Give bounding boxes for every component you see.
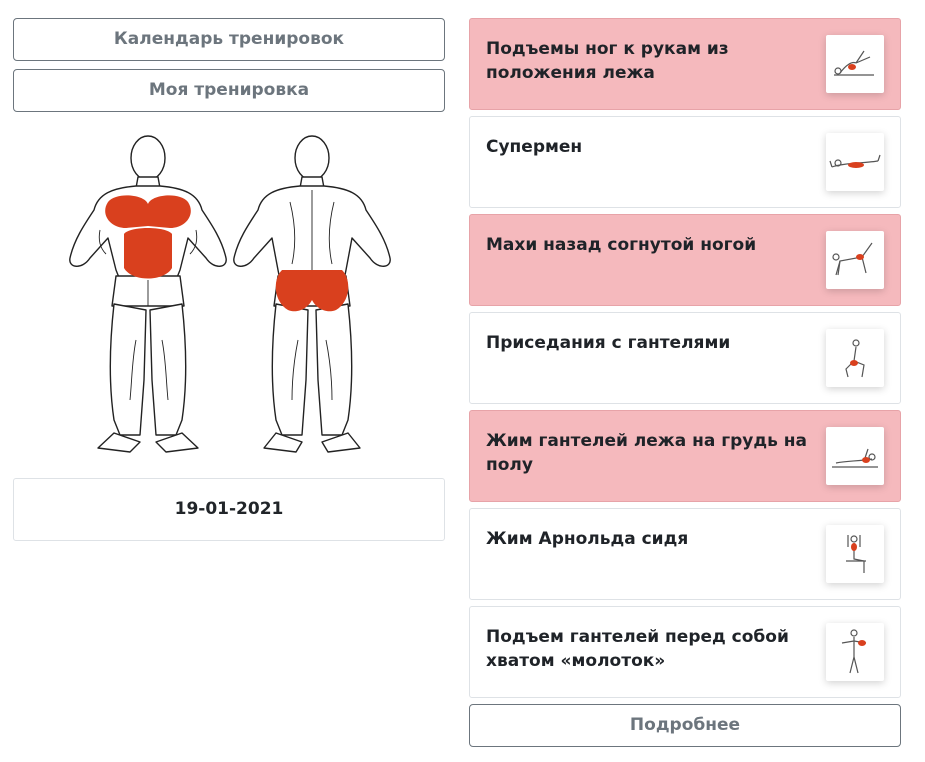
exercise-card[interactable]: Жим гантелей лежа на грудь на полу <box>469 410 901 502</box>
leg-raise-icon <box>826 35 884 93</box>
exercise-card[interactable]: Супермен <box>469 116 901 208</box>
exercise-title: Махи назад согнутой ногой <box>486 235 757 255</box>
abs-muscle <box>124 228 172 279</box>
exercise-title: Подъем гантелей перед собой хватом «моло… <box>486 627 789 671</box>
exercise-card[interactable]: Приседания с гантелями <box>469 312 901 404</box>
workout-date-card: 19-01-2021 <box>13 478 445 541</box>
calendar-button[interactable]: Календарь тренировок <box>13 18 445 61</box>
muscle-map-figure <box>69 135 391 453</box>
exercise-card[interactable]: Махи назад согнутой ногой <box>469 214 901 306</box>
workout-date: 19-01-2021 <box>174 499 284 519</box>
exercise-card[interactable]: Подъем гантелей перед собой хватом «моло… <box>469 606 901 698</box>
superman-icon <box>826 133 884 191</box>
squat-icon <box>826 329 884 387</box>
floor-press-icon <box>826 427 884 485</box>
exercise-title: Подъемы ног к рукам из положения лежа <box>486 39 729 83</box>
exercise-list: Подъемы ног к рукам из положения лежа Су… <box>469 18 901 704</box>
exercise-card[interactable]: Подъемы ног к рукам из положения лежа <box>469 18 901 110</box>
more-details-button[interactable]: Подробнее <box>469 704 901 747</box>
kickback-icon <box>826 231 884 289</box>
exercise-title: Супермен <box>486 137 583 157</box>
exercise-card[interactable]: Жим Арнольда сидя <box>469 508 901 600</box>
my-workout-button[interactable]: Моя тренировка <box>13 69 445 112</box>
exercise-title: Жим гантелей лежа на грудь на полу <box>486 431 807 475</box>
hammer-raise-icon <box>826 623 884 681</box>
exercise-title: Жим Арнольда сидя <box>486 529 689 549</box>
exercise-title: Приседания с гантелями <box>486 333 731 353</box>
arnold-press-icon <box>826 525 884 583</box>
